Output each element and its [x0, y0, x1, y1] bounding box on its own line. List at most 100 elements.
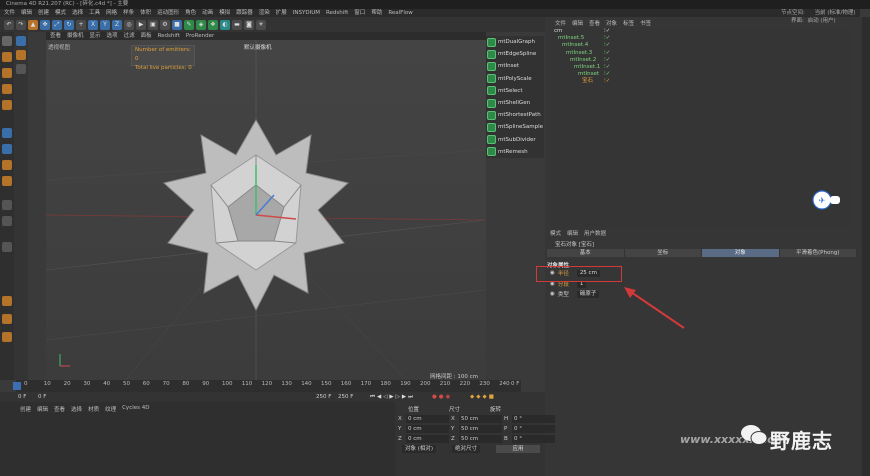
rot-h-field[interactable]: 0 ° [512, 415, 555, 423]
viewport-menu-item[interactable]: Redshift [158, 32, 180, 40]
object-menu-item[interactable]: 查看 [589, 19, 600, 27]
object-row[interactable]: mtInset.4 ⁝✓ [562, 42, 610, 49]
start-frame[interactable]: 0 F [18, 392, 26, 402]
object-row[interactable]: mtInset.3 ⁝✓ [566, 50, 610, 57]
brush-icon[interactable] [2, 332, 12, 342]
record-buttons[interactable]: ●●◉ [432, 392, 452, 402]
rot-b-field[interactable]: 0 ° [512, 435, 555, 443]
navigation-cube-icon[interactable]: ✈ [812, 190, 840, 210]
pen-icon[interactable]: ✎ [184, 19, 194, 30]
attribute-menu-item[interactable]: 用户数据 [584, 229, 606, 237]
z-axis-icon[interactable]: Z [112, 19, 122, 30]
menu-item[interactable]: 窗口 [354, 9, 365, 17]
size-y-field[interactable]: 50 cm [459, 425, 502, 433]
scale-icon[interactable]: ⤢ [52, 19, 62, 30]
meshtools-item[interactable]: mtSplineSample [486, 121, 544, 133]
object-menu-item[interactable]: 文件 [555, 19, 566, 27]
meshtools-item[interactable]: mtShortestPath [486, 109, 544, 121]
rot-p-field[interactable]: 0 ° [512, 425, 555, 433]
menu-item[interactable]: RealFlow [388, 9, 412, 17]
visibility-dots-icon[interactable]: ⁝✓ [604, 35, 610, 42]
menu-item[interactable]: 扩展 [276, 9, 287, 17]
attribute-tab[interactable]: 对象 [702, 249, 780, 257]
undo-icon[interactable]: ↶ [4, 19, 14, 30]
viewport-menu-item[interactable]: 选项 [107, 32, 118, 40]
object-row[interactable]: mtInset.1 ⁝✓ [574, 64, 610, 71]
menu-item[interactable]: Redshift [326, 9, 348, 17]
visibility-dots-icon[interactable]: ⁝✓ [604, 42, 610, 49]
material-menu-item[interactable]: 编辑 [37, 405, 48, 413]
end-frame[interactable]: 250 F [316, 392, 331, 402]
model-mode-icon[interactable] [2, 52, 12, 62]
pos-y-field[interactable]: 0 cm [406, 425, 449, 433]
viewport-menu-item[interactable]: 查看 [50, 32, 61, 40]
end-frame-2[interactable]: 250 F [338, 392, 353, 402]
material-menu-item[interactable]: 查看 [54, 405, 65, 413]
move-icon[interactable]: ✥ [40, 19, 50, 30]
viewport-menu-item[interactable]: ProRender [186, 32, 214, 40]
texture-mode-icon[interactable] [2, 68, 12, 78]
attribute-menu-item[interactable]: 编辑 [567, 229, 578, 237]
object-menu-item[interactable]: 编辑 [572, 19, 583, 27]
workplane-icon[interactable] [2, 84, 12, 94]
menu-item[interactable]: 动画 [202, 9, 213, 17]
render-icon[interactable]: ▶ [136, 19, 146, 30]
menu-item[interactable]: 角色 [185, 9, 196, 17]
material-menu-item[interactable]: 材质 [88, 405, 99, 413]
visibility-dots-icon[interactable]: ⁝✓ [604, 78, 610, 85]
current-frame-field[interactable]: 0 F [38, 392, 46, 402]
menu-item[interactable]: 编辑 [21, 9, 32, 17]
world-icon[interactable]: ◎ [124, 19, 134, 30]
viewport-menu-item[interactable]: 面板 [141, 32, 152, 40]
meshtools-item[interactable]: mtInset [486, 60, 544, 72]
visibility-dots-icon[interactable]: ⁝✓ [604, 50, 610, 57]
material-menu-item[interactable]: 创建 [20, 405, 31, 413]
paint-icon[interactable] [2, 296, 12, 306]
make-editable-icon[interactable] [2, 36, 12, 46]
attribute-tab[interactable]: 平滑着色(Phong) [779, 249, 857, 257]
points-mode-icon[interactable] [2, 100, 12, 110]
type-row[interactable]: ◉ 类型 碳原子 [550, 290, 600, 298]
apply-button[interactable]: 应用 [496, 445, 540, 453]
size-x-field[interactable]: 50 cm [459, 415, 502, 423]
material-menu-item[interactable]: 选择 [71, 405, 82, 413]
redo-icon[interactable]: ↷ [16, 19, 26, 30]
deformer-icon[interactable]: ◐ [220, 19, 230, 30]
menu-item[interactable]: 选择 [72, 9, 83, 17]
lock-icon[interactable] [2, 200, 12, 210]
viewport-3d[interactable] [46, 40, 486, 380]
object-row[interactable]: cm ⁝✓ [554, 28, 610, 35]
live-select-icon[interactable] [16, 36, 26, 46]
grid-icon[interactable] [2, 216, 12, 226]
meshtools-item[interactable]: mtPolyScale [486, 73, 544, 85]
floor-icon[interactable]: ▬ [232, 19, 242, 30]
viewport-menu-item[interactable]: 摄像机 [67, 32, 84, 40]
side-tabs[interactable] [862, 17, 870, 476]
render-settings-icon[interactable]: ⚙ [160, 19, 170, 30]
menu-item[interactable]: 样条 [123, 9, 134, 17]
size-z-field[interactable]: 50 cm [459, 435, 502, 443]
menu-item[interactable]: 文件 [4, 9, 15, 17]
playhead[interactable] [13, 382, 21, 390]
menu-item[interactable]: 运动图形 [157, 9, 179, 17]
meshtools-item[interactable]: mtShellGen [486, 97, 544, 109]
visibility-dots-icon[interactable]: ⁝✓ [604, 28, 610, 35]
menu-item[interactable]: 体积 [140, 9, 151, 17]
viewport-menu-item[interactable]: 过滤 [124, 32, 135, 40]
layout-value[interactable]: 当前 (标准/物理) [815, 10, 856, 16]
rotate-icon[interactable]: ↻ [64, 19, 74, 30]
menu-item[interactable]: 模式 [55, 9, 66, 17]
light-icon[interactable]: ☀ [256, 19, 266, 30]
menu-item[interactable]: 模拟 [219, 9, 230, 17]
x-axis-icon[interactable]: X [88, 19, 98, 30]
axis-mode-icon[interactable] [2, 160, 12, 170]
cube-icon[interactable]: ■ [172, 19, 182, 30]
key-buttons[interactable]: ◆◆◆■ [470, 392, 496, 402]
playback-controls[interactable]: ⏮◀◁▶▷▶⏭ [370, 392, 415, 402]
visibility-dots-icon[interactable]: ⁝✓ [604, 71, 610, 78]
object-list[interactable]: cm ⁝✓ mtInset.5 ⁝✓ mtInset.4 ⁝✓ mtInset.3 ⁝… [550, 28, 850, 228]
meshtools-item[interactable]: mtSelect [486, 85, 544, 97]
polygons-mode-icon[interactable] [2, 144, 12, 154]
meshtools-item[interactable]: mtEdgeSpline [486, 48, 544, 60]
material-menu-item[interactable]: 纹理 [105, 405, 116, 413]
